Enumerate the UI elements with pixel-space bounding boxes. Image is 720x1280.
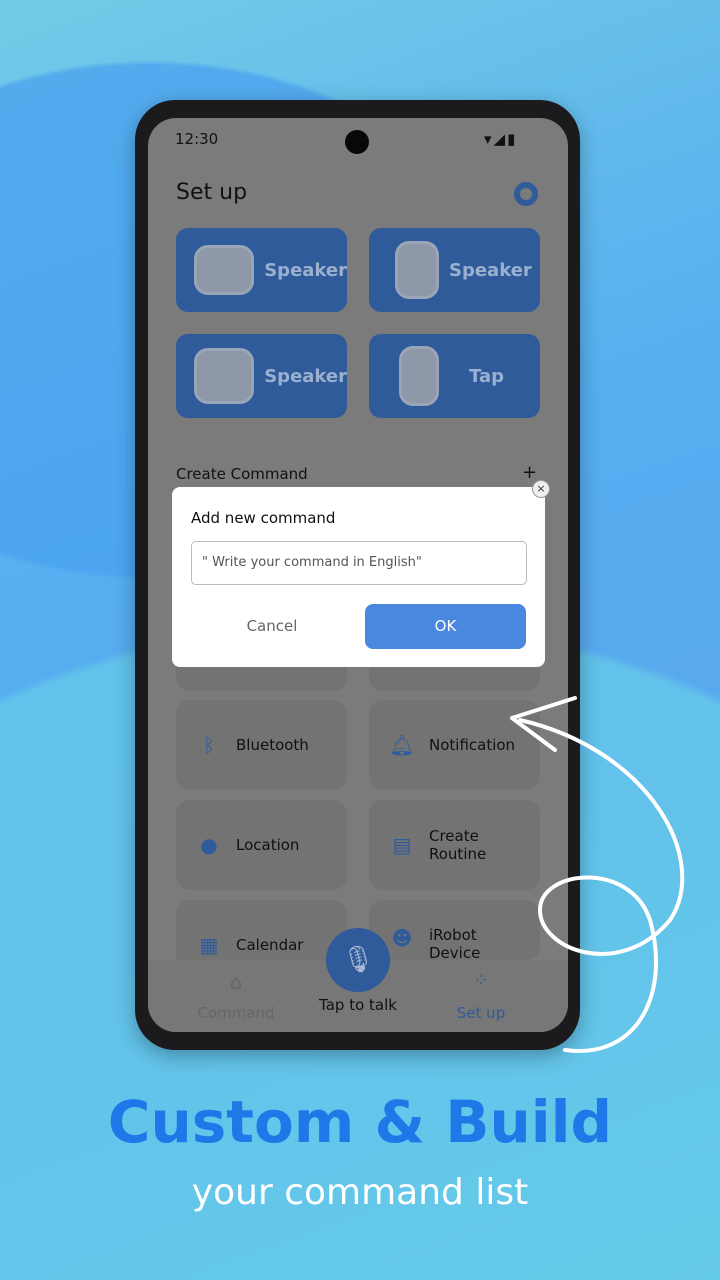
card-label: Create Routine xyxy=(429,827,487,863)
card-label: iRobot Device xyxy=(429,926,481,960)
section-title: Create Command xyxy=(176,465,308,483)
cancel-button[interactable]: Cancel xyxy=(212,604,332,648)
card-label: Location xyxy=(236,836,300,854)
card-label: Bluetooth xyxy=(236,736,309,754)
card-label: Calendar xyxy=(236,936,304,954)
device-tile-tap[interactable]: Tap xyxy=(369,334,540,418)
ok-button[interactable]: OK xyxy=(365,604,526,649)
home-icon: ⌂ xyxy=(229,970,243,994)
device-tile-speaker[interactable]: Speaker xyxy=(176,334,347,418)
bluetooth-icon: ᛒ xyxy=(203,733,215,757)
device-tile-speaker[interactable]: Speaker xyxy=(369,228,540,312)
status-icons: ▾◢▮ xyxy=(484,130,518,148)
dialog-title: Add new command xyxy=(191,509,336,527)
close-dialog-button[interactable]: × xyxy=(532,480,550,498)
location-pin-icon: ● xyxy=(200,833,218,857)
microphone-icon: 🎙︎ xyxy=(341,945,375,975)
add-command-dialog: Add new command " Write your command in … xyxy=(172,487,545,667)
card-bluetooth[interactable]: ᛒ Bluetooth xyxy=(176,700,347,790)
add-command-button[interactable]: + xyxy=(522,462,537,483)
microphone-button[interactable]: 🎙︎ xyxy=(326,928,390,992)
camera-cutout xyxy=(345,130,369,154)
device-label: Speaker xyxy=(449,259,532,281)
card-location[interactable]: ● Location xyxy=(176,800,347,890)
nav-command[interactable]: Command xyxy=(188,1004,284,1022)
settings-gear-icon[interactable] xyxy=(514,182,538,206)
status-time: 12:30 xyxy=(175,130,219,148)
clipboard-icon: ▤ xyxy=(392,833,412,857)
device-label: Speaker xyxy=(264,365,347,387)
promo-headline: Custom & Build xyxy=(107,1088,613,1156)
device-tile-speaker[interactable]: Speaker xyxy=(176,228,347,312)
calendar-icon: ▦ xyxy=(199,933,219,957)
page-title: Set up xyxy=(176,180,248,205)
smart-speaker-icon xyxy=(194,245,255,295)
promo-subline: your command list xyxy=(191,1172,529,1213)
device-label: Tap xyxy=(469,365,504,387)
robot-icon: ☻ xyxy=(391,926,413,950)
device-label: Speaker xyxy=(264,259,347,281)
decorative-arrow xyxy=(510,696,685,1053)
command-input[interactable]: " Write your command in English" xyxy=(191,541,527,585)
nav-tap-to-talk[interactable]: Tap to talk xyxy=(308,996,408,1014)
smart-speaker-icon xyxy=(395,241,439,299)
bell-icon: 🔔︎ xyxy=(389,733,415,757)
smart-speaker-icon xyxy=(194,348,255,404)
smart-speaker-icon xyxy=(399,346,439,406)
